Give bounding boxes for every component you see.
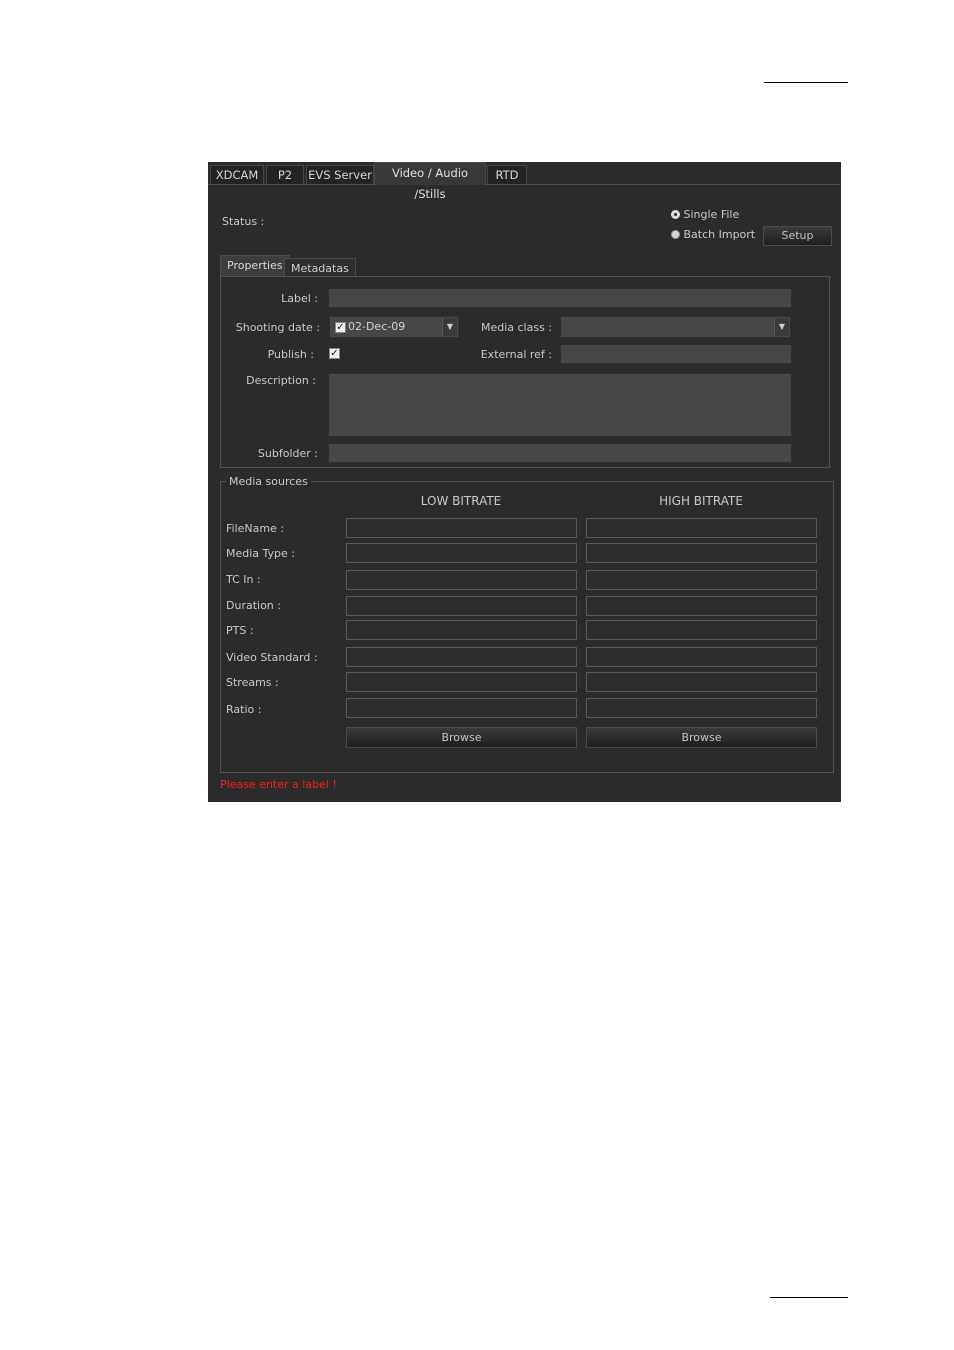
batch-import-radio[interactable] [671,230,680,239]
page-header-rule [764,82,848,83]
high-video-standard-field[interactable] [586,647,817,667]
status-label: Status : [222,215,265,228]
high-tc-in-field[interactable] [586,570,817,590]
low-tc-in-field[interactable] [346,570,577,590]
batch-import-option[interactable]: Batch Import [671,228,755,241]
shooting-date-picker[interactable]: ✓ 02-Dec-09 ▼ [329,316,459,338]
shooting-date-value: 02-Dec-09 [348,320,406,333]
low-media-type-field[interactable] [346,543,577,563]
single-file-option[interactable]: Single File [671,208,739,221]
tab-p2[interactable]: P2 [266,165,304,184]
subfolder-input[interactable] [328,443,792,463]
filename-label: FileName : [226,522,285,535]
low-ratio-field[interactable] [346,698,577,718]
single-file-label: Single File [683,208,740,221]
video-standard-label: Video Standard : [226,651,318,664]
browse-high-button[interactable]: Browse [586,727,817,748]
shooting-date-label: Shooting date : [235,321,320,334]
label-field-label: Label : [281,292,318,305]
tab-xdcam[interactable]: XDCAM [210,165,264,184]
pts-label: PTS : [226,624,254,637]
media-type-label: Media Type : [226,547,296,560]
high-ratio-field[interactable] [586,698,817,718]
low-duration-field[interactable] [346,596,577,616]
setup-button[interactable]: Setup [763,226,832,246]
media-sources-title: Media sources [226,475,311,488]
low-pts-field[interactable] [346,620,577,640]
media-class-select[interactable]: ▼ [560,316,791,338]
chevron-down-icon[interactable]: ▼ [774,318,789,336]
description-label: Description : [246,374,316,387]
source-tabbar: XDCAM P2 EVS Server Video / Audio /Still… [208,162,841,201]
subfolder-label: Subfolder : [257,447,318,460]
publish-checkbox[interactable]: ✓ [329,348,340,359]
external-ref-label: External ref : [480,348,552,361]
tab-rtd[interactable]: RTD [487,165,527,184]
high-media-type-field[interactable] [586,543,817,563]
subtab-metadatas[interactable]: Metadatas [284,258,356,277]
low-filename-field[interactable] [346,518,577,538]
high-streams-field[interactable] [586,672,817,692]
publish-label: Publish : [267,348,314,361]
subtab-properties[interactable]: Properties [220,255,290,276]
label-input[interactable] [328,288,792,308]
low-bitrate-heading: LOW BITRATE [420,494,502,508]
batch-import-label: Batch Import [683,228,756,241]
low-video-standard-field[interactable] [346,647,577,667]
high-filename-field[interactable] [586,518,817,538]
page-footer-rule [770,1297,848,1298]
description-textarea[interactable] [328,373,792,437]
error-message: Please enter a label ! [220,778,337,791]
tab-video-audio-stills[interactable]: Video / Audio /Stills [374,162,486,201]
shooting-date-checkbox[interactable]: ✓ [335,322,346,333]
single-file-radio[interactable] [671,210,680,219]
high-pts-field[interactable] [586,620,817,640]
streams-label: Streams : [226,676,279,689]
import-panel: XDCAM P2 EVS Server Video / Audio /Still… [208,162,841,802]
high-duration-field[interactable] [586,596,817,616]
tab-evs-server[interactable]: EVS Server [306,165,374,184]
duration-label: Duration : [226,599,281,612]
ratio-label: Ratio : [226,703,262,716]
low-streams-field[interactable] [346,672,577,692]
media-class-label: Media class : [480,321,552,334]
browse-low-button[interactable]: Browse [346,727,577,748]
chevron-down-icon[interactable]: ▼ [442,318,457,336]
external-ref-input[interactable] [560,344,792,364]
high-bitrate-heading: HIGH BITRATE [659,494,743,508]
tc-in-label: TC In : [226,573,261,586]
